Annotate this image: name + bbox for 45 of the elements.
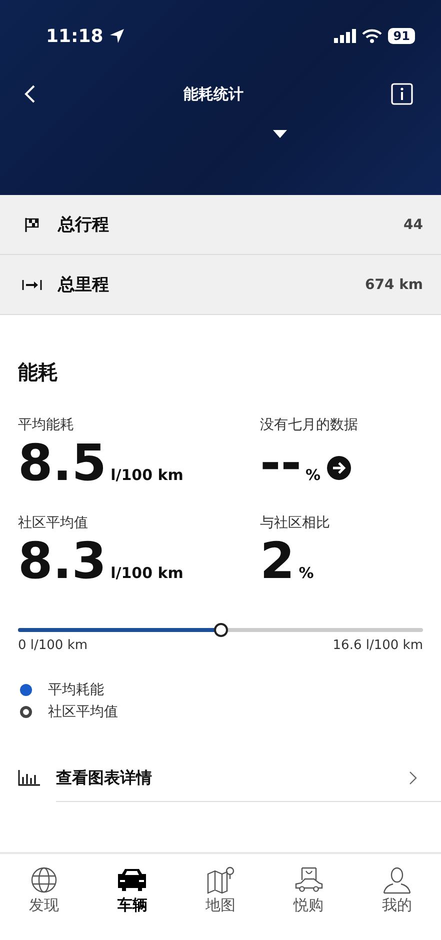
status-time: 11:18 (46, 26, 104, 46)
stat-value: 2 (260, 532, 295, 590)
tab-item[interactable]: 发现 (0, 854, 88, 940)
summary-value: 674 km (365, 276, 423, 292)
legend-label: 平均耗能 (48, 681, 104, 699)
tab-item[interactable]: 我的 (352, 854, 441, 940)
stat-label: 平均能耗 (18, 416, 75, 434)
wifi-icon (362, 29, 382, 43)
distance-arrow-icon (22, 278, 42, 290)
stat-unit: l/100 km (110, 564, 184, 582)
stat-value: 8.3 (18, 532, 107, 590)
legend-label: 社区平均值 (48, 703, 118, 721)
slider-min-label: 0 l/100 km (18, 638, 88, 653)
globe-icon (30, 866, 58, 894)
stat-label: 没有七月的数据 (260, 416, 359, 434)
info-button[interactable] (391, 83, 413, 105)
summary-value: 44 (404, 216, 423, 232)
summary-label: 总里程 (58, 274, 110, 296)
chevron-right-icon (409, 771, 417, 785)
location-icon (109, 28, 126, 44)
slider-max-label: 16.6 l/100 km (332, 638, 423, 653)
signal-icon (334, 29, 356, 43)
map-icon (204, 866, 236, 894)
section-title: 能耗 (18, 359, 59, 386)
shopping-bag-car-icon (292, 866, 325, 894)
dropdown-caret-icon[interactable] (272, 130, 286, 138)
battery-indicator: 91 (388, 28, 415, 44)
stat-label: 与社区相比 (260, 514, 331, 532)
stat-value: -- (260, 434, 302, 492)
car-icon (116, 866, 148, 894)
summary-label: 总行程 (58, 214, 110, 236)
arrow-right-icon[interactable] (326, 456, 351, 480)
stat-unit: % (306, 466, 321, 484)
page-title: 能耗统计 (184, 84, 244, 104)
stat-value: 8.5 (18, 434, 107, 492)
tab-item[interactable]: 车辆 (88, 854, 176, 940)
bar-chart-icon (18, 770, 40, 786)
back-button[interactable] (24, 84, 36, 104)
tab-item[interactable]: 地图 (176, 854, 265, 940)
tab-item[interactable]: 悦购 (264, 854, 353, 940)
stat-unit: l/100 km (110, 466, 184, 484)
person-icon (380, 866, 413, 894)
stat-unit: % (298, 564, 314, 582)
stat-label: 社区平均值 (18, 514, 89, 532)
chart-details-link[interactable]: 查看图表详情 (18, 761, 423, 795)
